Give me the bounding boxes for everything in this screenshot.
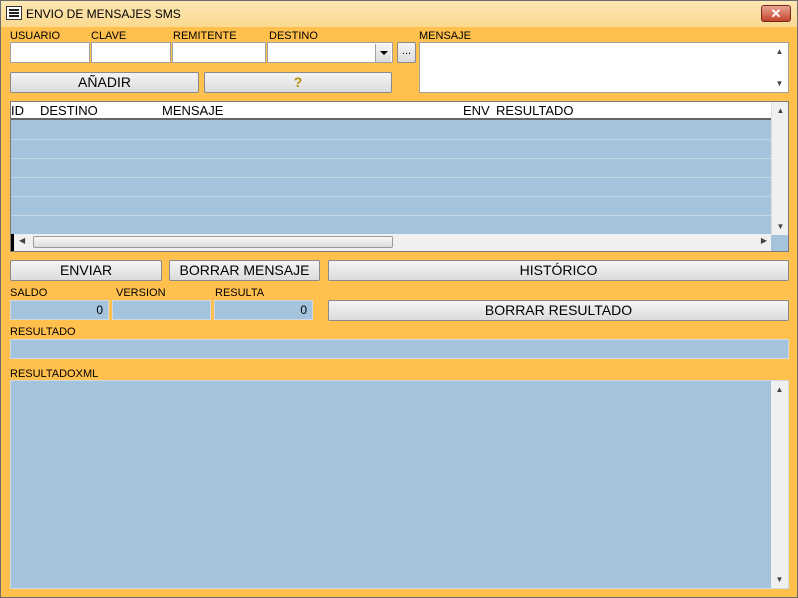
scroll-up-icon[interactable]: ▲ [771,381,788,398]
resulta-label: RESULTA [215,287,265,299]
table-row[interactable] [11,140,771,159]
column-destino[interactable]: DESTINO [40,103,98,118]
scroll-up-icon[interactable]: ▲ [771,43,788,60]
chevron-down-icon[interactable] [375,44,391,62]
scroll-down-icon[interactable]: ▼ [772,218,788,235]
clave-field[interactable] [91,42,171,63]
destino-dropdown[interactable] [267,42,393,63]
saldo-value: 0 [10,300,109,320]
table-row[interactable] [11,178,771,197]
resultado-label: RESULTADO [10,326,76,338]
usuario-label: USUARIO [10,30,61,42]
remitente-label: REMITENTE [173,30,237,42]
version-label: VERSION [116,287,166,299]
scroll-thumb[interactable] [33,236,393,248]
anadir-button[interactable]: AÑADIR [10,72,199,93]
scroll-down-icon[interactable]: ▼ [771,75,788,92]
grid-vertical-scrollbar[interactable]: ▲ ▼ [771,102,788,235]
mensaje-textarea[interactable]: ▲ ▼ [419,42,789,93]
destino-label: DESTINO [269,30,318,42]
scroll-up-icon[interactable]: ▲ [772,102,788,119]
scroll-down-icon[interactable]: ▼ [771,571,788,588]
column-resultado[interactable]: RESULTADO [496,103,574,118]
scroll-right-icon[interactable]: ▶ [761,236,767,245]
historico-button[interactable]: HISTÓRICO [328,260,789,281]
table-row[interactable] [11,121,771,140]
resulta-value: 0 [214,300,313,320]
app-icon [6,6,22,20]
borrar-mensaje-button[interactable]: BORRAR MENSAJE [169,260,320,281]
resultadoxml-textarea[interactable]: ▲ ▼ [10,380,789,589]
borrar-resultado-button[interactable]: BORRAR RESULTADO [328,300,789,321]
grid-header: ID DESTINO MENSAJE ENV RESULTADO [11,102,771,120]
version-value [112,300,211,320]
resultadoxml-scrollbar[interactable]: ▲ ▼ [771,381,788,588]
resultado-field [10,339,789,359]
table-row[interactable] [11,159,771,178]
clave-label: CLAVE [91,30,127,42]
question-icon: ? [293,74,303,90]
title-bar[interactable]: ENVIO DE MENSAJES SMS ✕ [1,1,797,27]
window-title: ENVIO DE MENSAJES SMS [26,7,181,21]
mensaje-label: MENSAJE [419,30,471,42]
mensaje-scrollbar[interactable]: ▲ ▼ [771,43,788,92]
enviar-button[interactable]: ENVIAR [10,260,162,281]
row-indicator [11,234,14,251]
column-id[interactable]: ID [11,103,24,118]
table-row[interactable] [11,197,771,216]
help-button[interactable]: ? [204,72,392,93]
close-button[interactable]: ✕ [761,5,791,22]
table-row[interactable] [11,216,771,235]
usuario-field[interactable] [10,42,90,63]
scroll-left-icon[interactable]: ◀ [19,236,25,245]
sms-window: ENVIO DE MENSAJES SMS ✕ USUARIO CLAVE RE… [0,0,798,598]
column-env[interactable]: ENV [463,103,490,118]
messages-grid[interactable]: ID DESTINO MENSAJE ENV RESULTADO ▲ ▼ ◀ ▶ [10,101,789,252]
column-mensaje[interactable]: MENSAJE [162,103,223,118]
browse-button[interactable]: ... [397,42,416,63]
grid-horizontal-scrollbar[interactable]: ◀ ▶ [11,234,771,251]
remitente-field[interactable] [172,42,266,63]
resultadoxml-label: RESULTADOXML [10,368,99,380]
saldo-label: SALDO [10,287,48,299]
